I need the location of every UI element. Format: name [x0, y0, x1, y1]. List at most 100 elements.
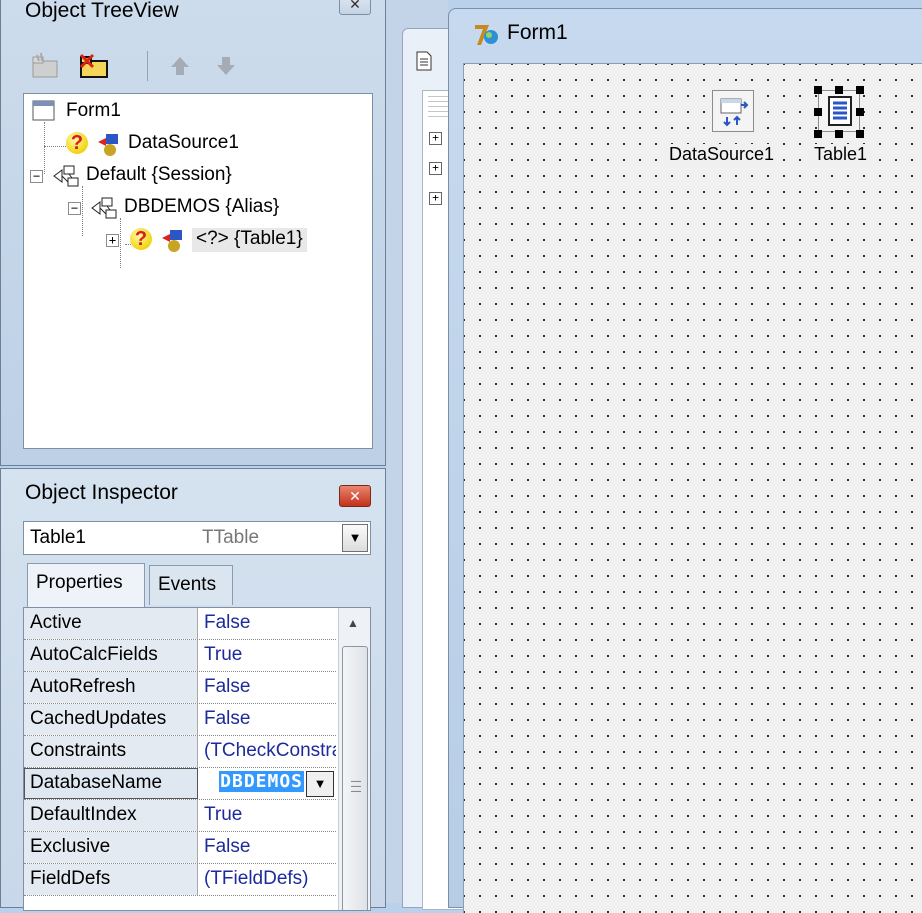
- component-label: Table1: [814, 144, 868, 165]
- close-icon: ✕: [349, 0, 361, 12]
- table-icon: [828, 96, 852, 126]
- tree-node-label: DBDEMOS {Alias}: [124, 196, 280, 217]
- tree-node-table1[interactable]: + ? <?> {Table1}: [106, 228, 346, 254]
- property-name: AutoRefresh: [30, 676, 136, 697]
- collapse-expander[interactable]: −: [30, 170, 43, 183]
- property-row[interactable]: Exclusive False: [24, 832, 336, 864]
- property-row[interactable]: Active False: [24, 608, 336, 640]
- dropdown-arrow-icon: ▼: [313, 776, 327, 791]
- delete-icon: [79, 53, 108, 78]
- datasource-component[interactable]: [712, 90, 754, 132]
- expand-expander[interactable]: +: [429, 132, 442, 145]
- table-component-selected[interactable]: [818, 90, 860, 132]
- property-value[interactable]: False: [204, 708, 336, 730]
- object-selector-dropdown-button[interactable]: ▼: [342, 524, 368, 552]
- property-name: AutoCalcFields: [30, 644, 158, 665]
- selection-handle[interactable]: [814, 108, 822, 116]
- code-editor-window: + + +: [386, 0, 482, 910]
- property-row-selected[interactable]: DatabaseName DBDEMOS ▼: [24, 768, 336, 800]
- selection-handle[interactable]: [835, 130, 843, 138]
- tree-node-form1[interactable]: Form1: [32, 100, 152, 126]
- tree-node-label: <?> {Table1}: [192, 228, 307, 252]
- session-icon: [53, 165, 79, 187]
- selection-handle[interactable]: [814, 130, 822, 138]
- property-row[interactable]: CachedUpdates False: [24, 704, 336, 736]
- property-row[interactable]: Constraints (TCheckConstraints): [24, 736, 336, 768]
- expand-expander[interactable]: +: [429, 162, 442, 175]
- tree-node-label: Form1: [66, 100, 121, 121]
- new-folder-icon: [32, 52, 58, 78]
- tree-node-datasource1[interactable]: ? DataSource1: [66, 132, 286, 158]
- selection-handle[interactable]: [835, 86, 843, 94]
- property-value[interactable]: False: [204, 676, 336, 698]
- property-value-dropdown-button[interactable]: ▼: [306, 771, 334, 797]
- tree-node-session[interactable]: − Default {Session}: [30, 164, 290, 190]
- tab-events[interactable]: Events: [149, 565, 233, 605]
- form-design-surface[interactable]: DataSource1 Table1: [463, 63, 922, 913]
- arrow-down-icon: [217, 57, 235, 75]
- property-value[interactable]: False: [204, 836, 336, 858]
- selection-handle[interactable]: [856, 108, 864, 116]
- property-row[interactable]: AutoRefresh False: [24, 672, 336, 704]
- new-item-button[interactable]: [29, 49, 63, 83]
- tab-label: Properties: [36, 572, 123, 593]
- object-tree: Form1 ? DataSource1 − Default {Session}: [23, 93, 373, 449]
- tab-label: Events: [158, 574, 217, 595]
- toolbar-separator: [147, 51, 148, 81]
- inspector-titlebar: Object Inspector ✕: [1, 469, 385, 509]
- object-selector[interactable]: Table1 TTable ▼: [23, 521, 371, 555]
- expand-expander[interactable]: +: [106, 234, 119, 247]
- object-inspector-window: Object Inspector ✕ Table1 TTable ▼ Prope…: [0, 468, 386, 911]
- tab-properties[interactable]: Properties: [27, 563, 145, 607]
- datasource-icon: [720, 98, 749, 127]
- object-treeview-window: Object TreeView ✕ Form1 ? DataSource1 − …: [0, 0, 386, 466]
- property-grid: Active False AutoCalcFields True AutoRef…: [23, 607, 371, 911]
- property-row[interactable]: FieldDefs (TFieldDefs): [24, 864, 336, 896]
- question-icon: ?: [130, 228, 152, 250]
- move-up-button[interactable]: [163, 49, 197, 83]
- component-label: DataSource1: [669, 144, 775, 165]
- property-name: CachedUpdates: [30, 708, 167, 729]
- close-icon: ✕: [349, 488, 361, 504]
- table-icon: [162, 230, 182, 252]
- collapse-expander[interactable]: −: [68, 202, 81, 215]
- treeview-toolbar: [23, 49, 363, 85]
- property-name: FieldDefs: [30, 868, 111, 889]
- inspector-close-button[interactable]: ✕: [339, 485, 371, 507]
- treeview-close-button[interactable]: ✕: [339, 0, 371, 15]
- expand-expander[interactable]: +: [429, 192, 442, 205]
- property-grid-scrollbar[interactable]: ▲ — — —: [338, 608, 370, 910]
- move-down-button[interactable]: [209, 49, 243, 83]
- tree-node-alias[interactable]: − DBDEMOS {Alias}: [68, 196, 328, 222]
- property-value-editor[interactable]: DBDEMOS: [202, 770, 304, 796]
- property-row[interactable]: AutoCalcFields True: [24, 640, 336, 672]
- datasource-icon: [98, 134, 118, 156]
- property-value[interactable]: (TFieldDefs): [204, 868, 336, 890]
- property-value[interactable]: True: [204, 644, 336, 666]
- delete-item-button[interactable]: [77, 49, 111, 83]
- tree-node-label: DataSource1: [128, 132, 239, 153]
- scroll-up-arrow-icon[interactable]: ▲: [347, 616, 359, 630]
- selection-handle[interactable]: [814, 86, 822, 94]
- selected-object-type: TTable: [202, 527, 260, 548]
- arrow-up-icon: [171, 57, 189, 75]
- property-name: DefaultIndex: [30, 804, 137, 825]
- form-title: Form1: [507, 21, 568, 44]
- treeview-title: Object TreeView: [25, 0, 179, 22]
- grip-icon: — — —: [351, 776, 361, 797]
- property-name: Active: [30, 612, 82, 633]
- property-value: DBDEMOS: [219, 771, 304, 792]
- session-icon: [91, 197, 117, 219]
- property-value[interactable]: False: [204, 612, 336, 634]
- property-name: Constraints: [30, 740, 127, 761]
- property-value[interactable]: (TCheckConstraints): [204, 740, 336, 762]
- selection-handle[interactable]: [856, 130, 864, 138]
- selection-handle[interactable]: [856, 86, 864, 94]
- dropdown-arrow-icon: ▼: [348, 530, 362, 545]
- selected-object-name: Table1: [30, 527, 86, 548]
- form-designer-window: Form1 DataSource1 Table1: [448, 8, 922, 913]
- form-icon: [32, 100, 55, 121]
- scrollbar-thumb[interactable]: — — —: [342, 646, 368, 910]
- property-row[interactable]: DefaultIndex True: [24, 800, 336, 832]
- property-value[interactable]: True: [204, 804, 336, 826]
